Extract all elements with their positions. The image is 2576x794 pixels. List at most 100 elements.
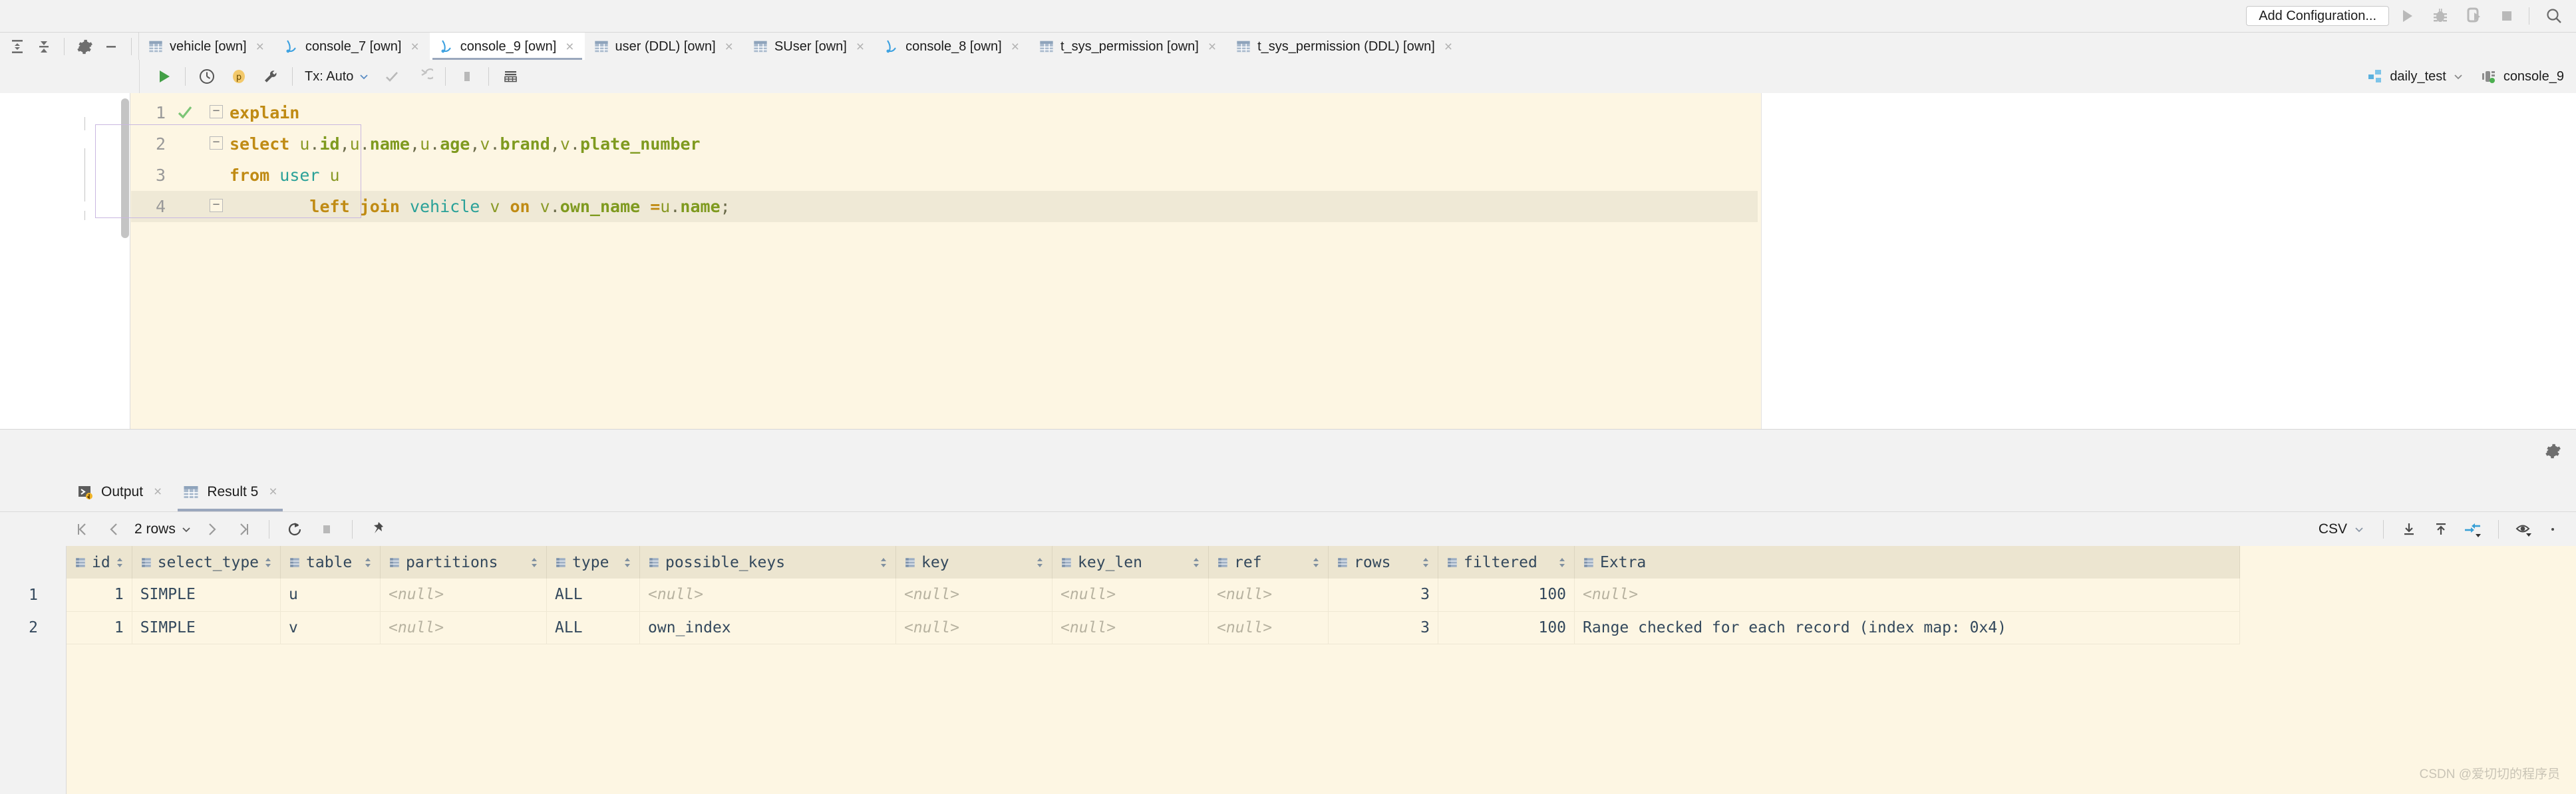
column-header-key_len[interactable]: key_len xyxy=(1052,546,1209,579)
editor-tab-6[interactable]: t_sys_permission [own]× xyxy=(1030,33,1227,61)
close-icon[interactable]: × xyxy=(1444,40,1452,54)
sort-indicator-icon[interactable] xyxy=(116,555,124,570)
column-header-possible_keys[interactable]: possible_keys xyxy=(640,546,896,579)
code-line[interactable]: 2−select u.id,u.name,u.age,v.brand,v.pla… xyxy=(131,128,1758,160)
cell-table[interactable]: u xyxy=(281,579,381,611)
sort-indicator-icon[interactable] xyxy=(530,555,538,570)
settings-gear-icon[interactable] xyxy=(71,33,98,61)
last-page-icon[interactable] xyxy=(228,513,259,545)
fold-marker-icon[interactable]: − xyxy=(210,105,223,118)
column-header-id[interactable]: id xyxy=(67,546,132,579)
collapse-all-icon[interactable] xyxy=(31,33,57,61)
cell-type[interactable]: ALL xyxy=(547,579,640,611)
upload-icon[interactable] xyxy=(2425,513,2457,545)
column-header-key[interactable]: key xyxy=(896,546,1052,579)
close-icon[interactable]: × xyxy=(856,40,864,54)
editor-tab-1[interactable]: console_7 [own]× xyxy=(275,33,430,61)
close-icon[interactable]: × xyxy=(1208,40,1216,54)
cell-key_len[interactable]: <null> xyxy=(1052,579,1209,611)
code-line[interactable]: 3from user u xyxy=(131,160,1758,191)
column-header-rows[interactable]: rows xyxy=(1329,546,1438,579)
cell-filtered[interactable]: 100 xyxy=(1438,611,1575,644)
close-icon[interactable]: × xyxy=(256,40,264,54)
profile-p-icon[interactable]: p xyxy=(223,61,255,92)
editor-tab-5[interactable]: console_8 [own]× xyxy=(875,33,1030,61)
cell-key[interactable]: <null> xyxy=(896,611,1052,644)
cell-id[interactable]: 1 xyxy=(67,579,132,611)
sort-indicator-icon[interactable] xyxy=(623,555,631,570)
sort-indicator-icon[interactable] xyxy=(1422,555,1430,570)
output-tab-0[interactable]: Output× xyxy=(67,473,172,511)
cell-rows[interactable]: 3 xyxy=(1329,579,1438,611)
editor-tab-0[interactable]: vehicle [own]× xyxy=(139,33,275,61)
pin-icon[interactable] xyxy=(362,513,394,545)
stop-icon[interactable] xyxy=(451,61,483,92)
next-page-icon[interactable] xyxy=(196,513,228,545)
editor-tab-2[interactable]: console_9 [own]× xyxy=(430,33,585,61)
first-page-icon[interactable] xyxy=(67,513,98,545)
settings-icon[interactable] xyxy=(2540,513,2572,545)
export-format-selector[interactable]: CSV xyxy=(2309,521,2374,537)
sql-editor[interactable]: 1−explain2−select u.id,u.name,u.age,v.br… xyxy=(0,93,2576,429)
sort-indicator-icon[interactable] xyxy=(364,555,372,570)
schema-selector[interactable]: daily_test xyxy=(2360,68,2470,84)
cell-table[interactable]: v xyxy=(281,611,381,644)
cell-partitions[interactable]: <null> xyxy=(381,579,547,611)
output-tab-1[interactable]: Result 5× xyxy=(172,473,287,511)
table-row[interactable]: 1SIMPLEv<null>ALLown_index<null><null><n… xyxy=(67,611,2240,644)
data-grid-icon[interactable] xyxy=(494,61,526,92)
cell-filtered[interactable]: 100 xyxy=(1438,579,1575,611)
stop-icon[interactable] xyxy=(311,513,343,545)
download-icon[interactable] xyxy=(2393,513,2425,545)
close-icon[interactable]: × xyxy=(1011,40,1019,54)
close-icon[interactable]: × xyxy=(154,484,162,500)
cell-ref[interactable]: <null> xyxy=(1209,579,1329,611)
cell-Extra[interactable]: Range checked for each record (index map… xyxy=(1575,611,2240,644)
column-header-table[interactable]: table xyxy=(281,546,381,579)
fold-marker-icon[interactable]: − xyxy=(210,136,223,150)
wrench-icon[interactable] xyxy=(255,61,287,92)
cell-select_type[interactable]: SIMPLE xyxy=(132,611,280,644)
cell-possible_keys[interactable]: <null> xyxy=(640,579,896,611)
column-header-Extra[interactable]: Extra xyxy=(1575,546,2240,579)
compare-icon[interactable] xyxy=(2457,513,2489,545)
result-grid[interactable]: id select_type table partitions type pos… xyxy=(0,546,2576,794)
cell-possible_keys[interactable]: own_index xyxy=(640,611,896,644)
close-icon[interactable]: × xyxy=(269,484,277,500)
table-row[interactable]: 1SIMPLEu<null>ALL<null><null><null><null… xyxy=(67,579,2240,611)
hide-icon[interactable] xyxy=(98,33,124,61)
sort-indicator-icon[interactable] xyxy=(1036,555,1044,570)
column-header-filtered[interactable]: filtered xyxy=(1438,546,1575,579)
sort-indicator-icon[interactable] xyxy=(264,555,272,570)
debug-icon[interactable] xyxy=(2425,3,2456,29)
editor-tab-7[interactable]: t_sys_permission (DDL) [own]× xyxy=(1227,33,1463,61)
close-icon[interactable]: × xyxy=(565,40,573,54)
fold-marker-icon[interactable]: − xyxy=(210,199,223,212)
tx-mode-selector[interactable]: Tx: Auto xyxy=(298,69,376,84)
prev-page-icon[interactable] xyxy=(98,513,130,545)
cell-key[interactable]: <null> xyxy=(896,579,1052,611)
reload-icon[interactable] xyxy=(279,513,311,545)
session-selector[interactable]: console_9 xyxy=(2474,68,2571,84)
sort-indicator-icon[interactable] xyxy=(1192,555,1200,570)
sort-indicator-icon[interactable] xyxy=(880,555,887,570)
history-icon[interactable] xyxy=(191,61,223,92)
column-header-select_type[interactable]: select_type xyxy=(132,546,280,579)
cell-Extra[interactable]: <null> xyxy=(1575,579,2240,611)
close-icon[interactable]: × xyxy=(725,40,733,54)
column-header-ref[interactable]: ref xyxy=(1209,546,1329,579)
search-everywhere-icon[interactable] xyxy=(2539,3,2569,29)
cell-select_type[interactable]: SIMPLE xyxy=(132,579,280,611)
sort-indicator-icon[interactable] xyxy=(1312,555,1320,570)
cell-key_len[interactable]: <null> xyxy=(1052,611,1209,644)
eye-icon[interactable] xyxy=(2508,513,2540,545)
commit-icon[interactable] xyxy=(376,61,408,92)
column-header-type[interactable]: type xyxy=(547,546,640,579)
code-line[interactable]: 1−explain xyxy=(131,97,1758,128)
run-with-coverage-icon[interactable] xyxy=(2458,3,2489,29)
cell-type[interactable]: ALL xyxy=(547,611,640,644)
expand-all-icon[interactable] xyxy=(4,33,31,61)
sort-indicator-icon[interactable] xyxy=(1558,555,1566,570)
stop-icon[interactable] xyxy=(2492,3,2522,29)
run-icon[interactable] xyxy=(2392,3,2422,29)
